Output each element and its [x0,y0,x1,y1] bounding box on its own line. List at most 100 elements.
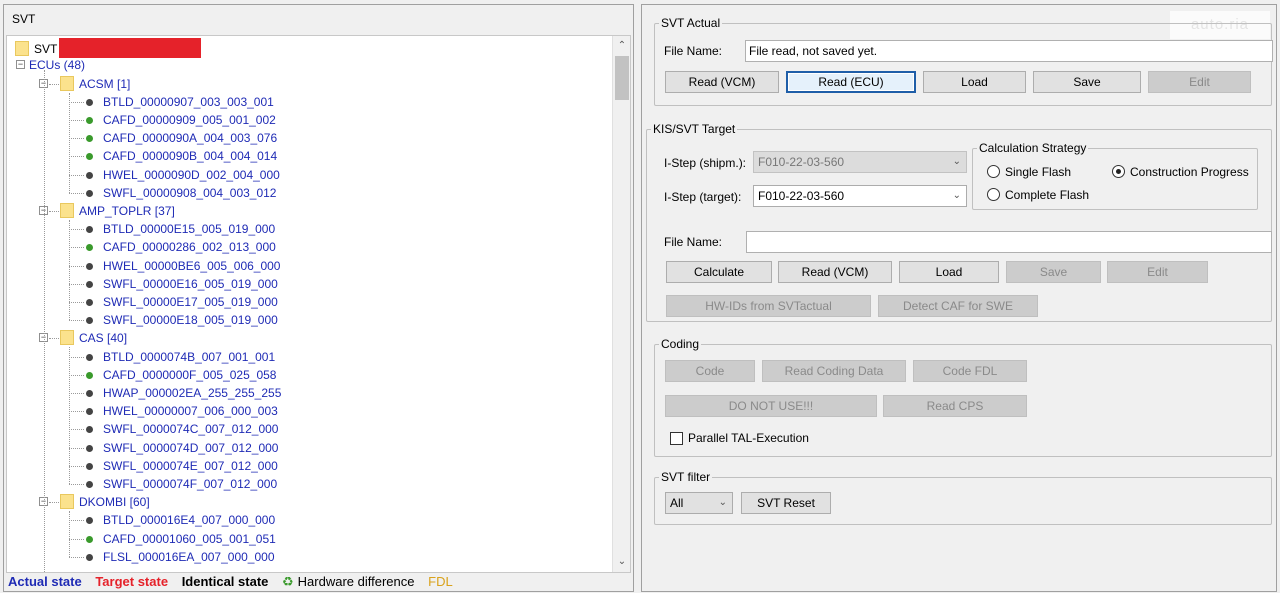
tree-svt-entry[interactable]: SWFL_00000E17_005_019_000 [103,293,278,311]
edit-svt-actual-button[interactable]: Edit [1148,71,1251,93]
tree-svt-entry-label: FLSL_000016EA_007_000_000 [103,549,275,564]
tree-connector [69,229,84,231]
svt-control-panel: auto.ria SVT Actual File Name: File read… [641,4,1277,592]
read-coding-data-button[interactable]: Read Coding Data [762,360,906,382]
read-vcm-button[interactable]: Read (VCM) [665,71,779,93]
state-bullet-icon [86,444,93,452]
tree-svt-entry[interactable]: SWFL_0000074E_007_012_000 [103,457,278,475]
tree-svt-entry[interactable]: SWFL_00000E18_005_019_000 [103,311,278,329]
do-not-use-button[interactable]: DO NOT USE!!! [665,395,877,417]
state-bullet-icon [86,262,93,270]
tree-svt-entry[interactable]: FLSL_000016EA_007_000_000 [103,548,275,566]
parallel-tal-label: Parallel TAL-Execution [688,431,809,445]
istep-target-combo[interactable]: F010-22-03-560 ⌄ [753,185,967,207]
read-ecu-button[interactable]: Read (ECU) [786,71,916,93]
save-svt-actual-button[interactable]: Save [1033,71,1141,93]
hardware-difference-icon [86,153,93,161]
parallel-tal-checkbox[interactable] [670,432,683,445]
svt-tree[interactable]: SVT − ECUs (48) − ACSM [1] BTLD_00000907_0… [6,35,631,573]
tree-ecus-node[interactable]: ECUs (48) [29,56,85,74]
ecus-expander-icon[interactable]: − [16,60,25,69]
scroll-thumb[interactable] [615,56,629,100]
calculate-button[interactable]: Calculate [666,261,772,283]
tree-ecu-group[interactable]: CAS [40] [60,329,127,347]
calculation-strategy-group: Calculation Strategy Single Flash Constr… [972,141,1258,210]
tree-ecu-group[interactable]: DKOMBI [60] [60,493,150,511]
tree-svt-entry[interactable]: BTLD_0000074B_007_001_001 [103,348,275,366]
code-button[interactable]: Code [665,360,755,382]
tree-connector [69,283,84,285]
tree-connector [69,156,84,158]
complete-flash-label: Complete Flash [1005,188,1090,202]
hardware-difference-icon [86,244,93,252]
scroll-up-icon[interactable]: ⌃ [613,38,630,54]
tree-ecu-group[interactable]: AMP_TOPLR [37] [60,202,175,220]
tree-svt-entry[interactable]: HWEL_00000BE6_005_006_000 [103,257,280,275]
istep-shipm-value: F010-22-03-560 [758,155,845,169]
detect-caf-for-swe-button[interactable]: Detect CAF for SWE [878,295,1038,317]
svt-filter-combo[interactable]: All ⌄ [665,492,733,514]
tree-svt-entry[interactable]: CAFD_0000090A_004_003_076 [103,129,277,147]
tree-svt-entry[interactable]: SWFL_00000908_004_003_012 [103,184,276,202]
tree-svt-entry[interactable]: SWFL_0000074D_007_012_000 [103,439,278,457]
single-flash-radio-option[interactable]: Single Flash [987,163,1107,181]
state-bullet-icon [86,171,93,179]
tree-ecu-group[interactable]: ACSM [1] [60,75,130,93]
kis-file-name-field[interactable] [746,231,1272,253]
recycle-icon: ♻ [282,574,294,589]
tree-svt-entry[interactable]: HWEL_0000090D_002_004_000 [103,166,280,184]
svt-filter-group: SVT filter All ⌄ SVT Reset [654,470,1272,525]
tree-svt-entry[interactable]: SWFL_00000E16_005_019_000 [103,275,278,293]
tree-svt-entry[interactable]: CAFD_00000909_005_001_002 [103,111,276,129]
state-bullet-icon [86,517,93,525]
hardware-difference-icon [86,371,93,379]
tree-svt-entry[interactable]: HWEL_00000007_006_000_003 [103,402,278,420]
tree-root[interactable]: SVT [15,38,202,58]
code-fdl-button[interactable]: Code FDL [913,360,1027,382]
istep-shipm-combo[interactable]: F010-22-03-560 ⌄ [753,151,967,173]
coding-group: Coding Code Read Coding Data Code FDL DO… [654,337,1272,457]
tree-connector [49,502,59,504]
tree-ecu-group-label: AMP_TOPLR [37] [79,203,175,218]
folder-icon [60,75,74,91]
hardware-difference-icon [86,535,93,543]
complete-flash-radio-option[interactable]: Complete Flash [987,186,1107,204]
tree-svt-entry[interactable]: HWAP_000002EA_255_255_255 [103,384,281,402]
tree-svt-entry[interactable]: BTLD_00000907_003_003_001 [103,93,274,111]
tree-ecu-group-label: ACSM [1] [79,76,131,91]
scroll-down-icon[interactable]: ⌄ [613,554,630,570]
single-flash-radio[interactable] [987,165,1000,178]
chevron-down-icon: ⌄ [718,497,727,508]
tree-scrollbar[interactable]: ⌃ ⌄ [612,36,630,572]
tree-connector [69,520,84,522]
legend-hardware-difference: Hardware difference [297,574,415,589]
construction-progress-label: Construction Progress [1130,165,1249,179]
tree-svt-entry[interactable]: CAFD_0000090B_004_004_014 [103,147,277,165]
tree-svt-entry[interactable]: SWFL_0000074C_007_012_000 [103,420,278,438]
tree-svt-entry-label: SWFL_00000E18_005_019_000 [103,313,278,328]
construction-progress-radio-option[interactable]: Construction Progress [1112,163,1258,181]
svt-actual-file-name-field[interactable]: File read, not saved yet. [745,40,1273,62]
tree-svt-entry[interactable]: BTLD_00000E15_005_019_000 [103,220,275,238]
svt-reset-button[interactable]: SVT Reset [741,492,831,514]
tree-svt-entry[interactable]: SWFL_0000074F_007_012_000 [103,475,277,493]
tree-svt-entry[interactable]: BTLD_000016E4_007_000_000 [103,511,275,529]
legend-target-state: Target state [95,574,169,589]
read-cps-button[interactable]: Read CPS [883,395,1027,417]
hw-ids-from-svtactual-button[interactable]: HW-IDs from SVTactual [666,295,871,317]
single-flash-label: Single Flash [1005,165,1072,179]
tree-svt-entry[interactable]: CAFD_00001060_005_001_051 [103,530,276,548]
folder-icon [60,202,74,218]
tree-svt-entry[interactable]: CAFD_0000000F_005_025_058 [103,366,276,384]
construction-progress-radio[interactable] [1112,165,1125,178]
load-svt-actual-button[interactable]: Load [923,71,1026,93]
tree-connector [69,101,84,103]
kis-load-button[interactable]: Load [899,261,999,283]
kis-read-vcm-button[interactable]: Read (VCM) [778,261,892,283]
kis-edit-button[interactable]: Edit [1107,261,1208,283]
tree-svt-entry-label: BTLD_000016E4_007_000_000 [103,513,276,528]
tree-svt-entry[interactable]: CAFD_00000286_002_013_000 [103,238,276,256]
kis-save-button[interactable]: Save [1006,261,1101,283]
state-bullet-icon [86,98,93,106]
complete-flash-radio[interactable] [987,188,1000,201]
